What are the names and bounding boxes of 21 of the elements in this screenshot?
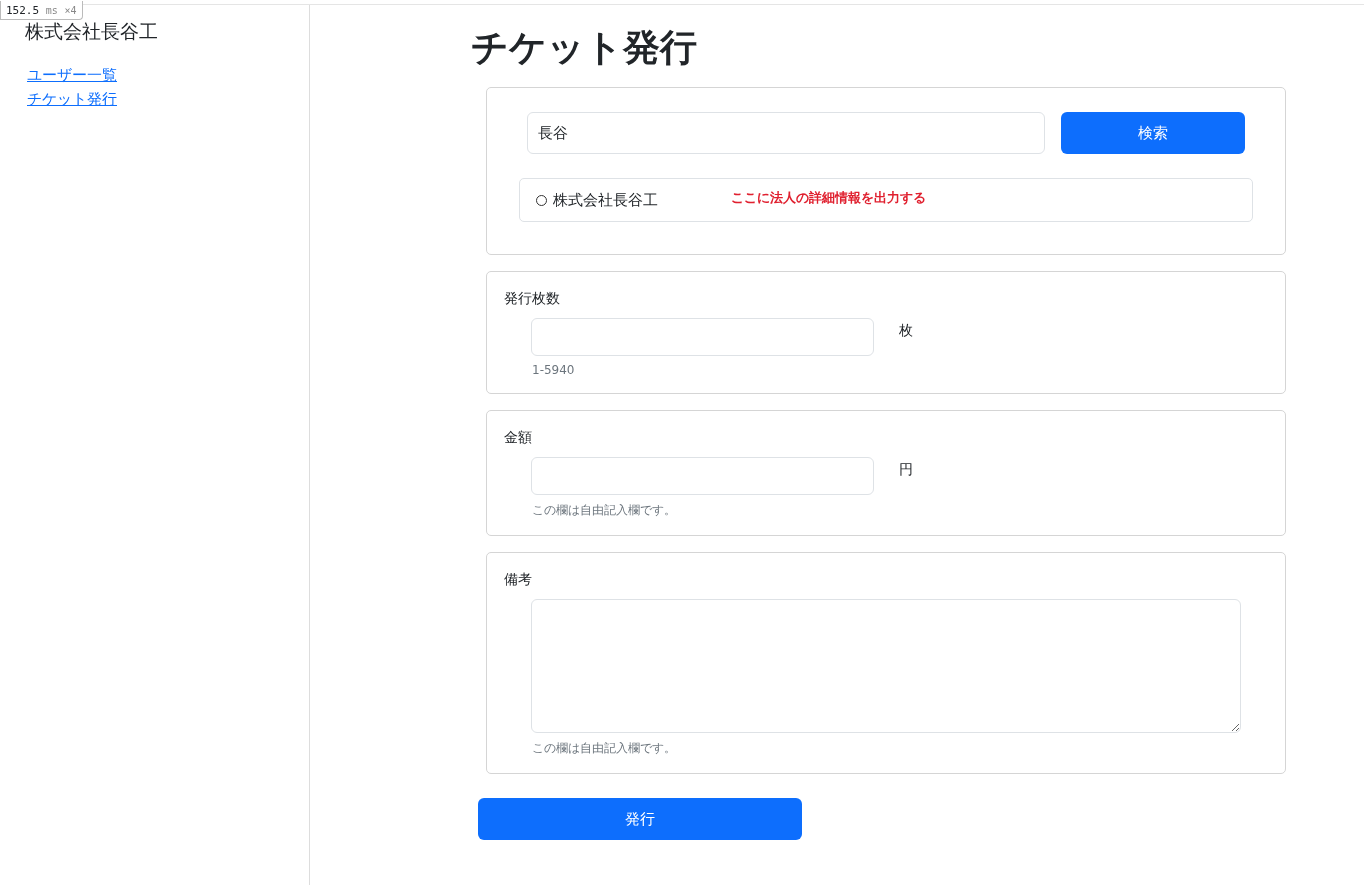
- submit-button[interactable]: 発行: [478, 798, 802, 840]
- unit-label: 枚: [899, 322, 913, 340]
- sidebar-link[interactable]: ユーザー一覧: [27, 63, 117, 87]
- help-text: この欄は自由記入欄です。: [532, 502, 677, 519]
- textarea-field[interactable]: [531, 599, 1241, 733]
- input-field[interactable]: [531, 457, 874, 495]
- unit-label: 円: [899, 461, 913, 479]
- input-field[interactable]: [531, 318, 874, 356]
- search-button[interactable]: 検索: [1061, 112, 1245, 154]
- detail-note: ここに法人の詳細情報を出力する: [731, 189, 926, 207]
- page-title: チケット発行: [471, 25, 698, 71]
- field-label: 備考: [504, 571, 533, 589]
- search-field[interactable]: 長谷: [527, 112, 1045, 154]
- help-text: 1-5940: [532, 363, 576, 377]
- field-label: 発行枚数: [504, 290, 561, 308]
- field-label: 金額: [504, 429, 533, 447]
- help-text: この欄は自由記入欄です。: [532, 740, 677, 757]
- sidebar-link[interactable]: チケット発行: [27, 87, 117, 111]
- timing-badge: 152.5 ms ×4: [0, 1, 84, 20]
- company-radio[interactable]: 株式会社長谷工: [536, 190, 731, 210]
- company-name: 株式会社長谷工: [25, 19, 158, 44]
